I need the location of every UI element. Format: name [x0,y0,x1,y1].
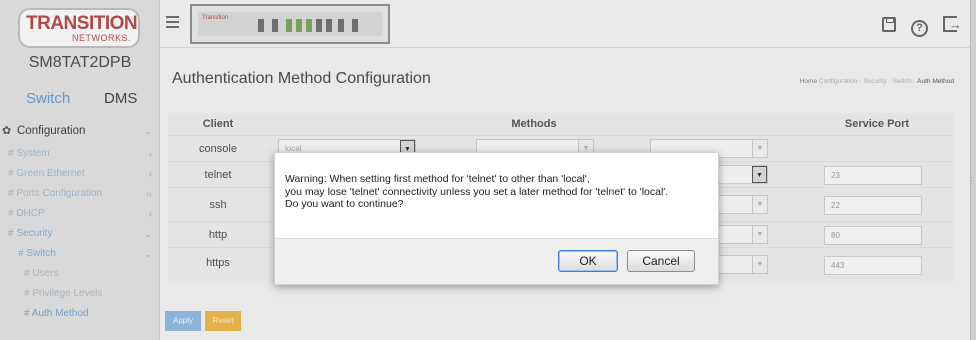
device-port [338,19,344,32]
client-name: telnet [204,169,232,181]
sidebar-item-green-ethernet[interactable]: # Green Ethernet ‹ [0,164,160,184]
column-header-service-port: Service Port [800,113,954,135]
sidebar-item-label: # Ports Configuration [8,188,102,199]
sidebar-item-privilege-levels[interactable]: # Privilege Levels [0,284,160,304]
dialog-message: Warning: When setting first method for '… [285,173,710,211]
chevron-left-icon: ‹ [149,209,152,219]
gear-icon: ✿ [2,125,12,137]
chevron-down-icon: ⌄ [144,249,152,259]
service-port-input[interactable]: 80 [824,226,922,245]
sidebar-item-security[interactable]: # Security ⌄ [0,224,160,244]
dropdown-arrow-icon: ▼ [752,166,767,183]
client-name: ssh [209,199,227,211]
warning-dialog: Warning: When setting first method for '… [274,152,719,285]
logo-subtext: NETWORKS. [72,33,132,43]
scroll-notch-icon: ⋮ [967,176,975,185]
chevron-down-icon: ⌄ [144,126,152,136]
device-port [286,19,292,32]
device-brand-label: Transition [202,15,229,21]
sidebar-item-users[interactable]: # Users [0,264,160,284]
chevron-left-icon: ‹ [149,169,152,179]
sidebar-item-ports-configuration[interactable]: # Ports Configuration ‹‹ [0,184,160,204]
sidebar-item-switch[interactable]: # Switch ⌄ [0,244,160,264]
dialog-line-3: Do you want to continue? [285,198,404,210]
sidebar-item-label: # DHCP [8,208,45,219]
cancel-button[interactable]: Cancel [627,250,695,272]
sidebar-item-label: # Users [24,268,59,279]
device-port [296,19,302,32]
service-port-input[interactable]: 23 [824,166,922,185]
device-front-panel-image: Transition [190,4,390,44]
client-name: http [208,229,228,241]
top-bar: Transition ? [160,0,976,48]
sidebar-item-label: Configuration [17,125,86,137]
top-icons: ? [873,14,962,37]
reset-button[interactable]: Reset [205,311,241,331]
breadcrumb: Home Configuration · Security · Switch ·… [800,78,954,85]
menu-icon[interactable] [166,16,179,28]
apply-button[interactable]: Apply [165,311,201,331]
dropdown-arrow-icon: ▼ [752,226,767,243]
device-port [316,19,322,32]
column-header-client: Client [168,113,268,135]
chevron-left-icon: ‹‹ [146,189,152,199]
logout-icon[interactable] [940,14,962,35]
device-port [326,19,332,32]
sidebar-item-configuration[interactable]: ✿ Configuration ⌄ [0,118,160,144]
breadcrumb-path[interactable]: Configuration · Security · Switch · [819,78,916,85]
dialog-line-1: Warning: When setting first method for '… [285,173,590,185]
ok-button[interactable]: OK [558,250,618,272]
breadcrumb-home[interactable]: Home [800,78,817,85]
sidebar-item-label: # Switch [18,248,56,259]
device-port [352,19,358,32]
service-port-input[interactable]: 22 [824,196,922,215]
logo-text: TRANSITION [26,13,138,34]
logo: TRANSITION NETWORKS. [18,8,140,48]
sidebar-item-label: # Privilege Levels [24,288,103,299]
sidebar-item-label: # Auth Method [24,308,89,319]
device-port [306,19,312,32]
device-name: SM8TAT2DPB [28,54,132,71]
device-port [258,19,264,32]
right-edge-scrollbar[interactable]: ⋮ [967,0,976,340]
dialog-footer: OK Cancel [275,238,718,284]
sidebar-item-system[interactable]: # System ‹ [0,144,160,164]
save-icon[interactable] [879,15,899,35]
dropdown-arrow-icon: ▼ [752,196,767,213]
sidebar-nav: ✿ Configuration ⌄ # System ‹ # Green Ether… [0,118,160,324]
mode-dms-link[interactable]: DMS [104,90,137,107]
service-port-input[interactable]: 443 [824,256,922,275]
client-name: console [199,143,237,155]
help-icon[interactable]: ? [910,16,930,37]
mode-switch-link[interactable]: Switch [26,90,70,107]
sidebar: TRANSITION NETWORKS. SM8TAT2DPB Switch D… [0,0,160,340]
column-header-methods: Methods [268,113,800,135]
sidebar-item-dhcp[interactable]: # DHCP ‹ [0,204,160,224]
sidebar-item-label: # System [8,148,50,159]
device-port [272,19,278,32]
client-name: https [206,257,230,269]
breadcrumb-current: Auth Method [917,78,954,85]
device-panel: Transition [198,12,382,36]
dialog-line-2: you may lose 'telnet' connectivity unles… [285,185,669,198]
chevron-left-icon: ‹ [149,149,152,159]
chevron-down-icon: ⌄ [144,229,152,239]
dropdown-arrow-icon: ▼ [752,140,767,157]
sidebar-item-auth-method[interactable]: # Auth Method [0,304,160,324]
dropdown-arrow-icon: ▼ [752,256,767,273]
sidebar-item-label: # Green Ethernet [8,168,85,179]
page-title: Authentication Method Configuration [172,70,431,87]
sidebar-item-label: # Security [8,228,53,239]
